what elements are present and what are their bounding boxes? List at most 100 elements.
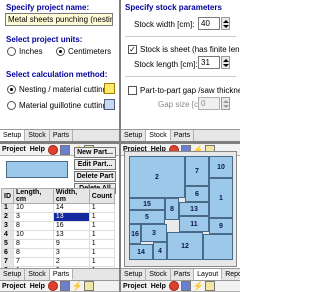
tab-parts[interactable]: Parts <box>171 130 195 141</box>
table-cell[interactable]: 10 <box>13 203 54 213</box>
table-cell[interactable]: 5 <box>1 239 14 249</box>
project-menu[interactable]: Project <box>0 283 28 290</box>
table-cell[interactable]: 7 <box>1 257 14 267</box>
table-cell[interactable]: 13 <box>52 212 90 222</box>
table-row[interactable]: 7721 <box>1 257 116 267</box>
table-cell[interactable]: 3 <box>52 248 90 258</box>
layout-part[interactable]: 8 <box>165 198 179 220</box>
stock-length-field[interactable]: 31 <box>198 56 220 69</box>
layout-part[interactable]: 2 <box>129 156 185 198</box>
table-cell[interactable]: 8 <box>13 239 54 249</box>
table-cell[interactable]: 3 <box>1 221 14 231</box>
layout-part[interactable]: 3 <box>141 224 167 242</box>
layout-part[interactable]: 15 <box>129 198 165 210</box>
layout-part[interactable]: 7 <box>185 156 209 186</box>
help-menu[interactable]: Help <box>28 283 47 290</box>
table-cell[interactable]: 10 <box>13 230 54 240</box>
tab-stock[interactable]: Stock <box>146 269 171 280</box>
tab-parts[interactable]: Parts <box>50 130 74 141</box>
table-row[interactable]: 3 8 16 1 <box>1 221 116 231</box>
save-icon[interactable] <box>59 281 70 291</box>
tab-setup[interactable]: Setup <box>0 130 26 141</box>
table-row[interactable]: 4 10 13 1 <box>1 230 116 240</box>
stock-is-sheet-checkbox[interactable] <box>128 45 137 54</box>
inches-radio[interactable] <box>7 47 16 56</box>
stop-icon[interactable] <box>47 144 58 155</box>
tab-stock[interactable]: Stock <box>146 130 171 141</box>
stock-length-spinner[interactable] <box>221 56 230 69</box>
tab-setup[interactable]: Setup <box>0 269 26 280</box>
vertical-splitter[interactable] <box>119 0 121 292</box>
gap-size-spinner[interactable] <box>221 97 230 110</box>
help-menu[interactable]: Help <box>149 283 168 290</box>
column-header-count[interactable]: Count <box>88 188 116 204</box>
table-cell[interactable]: 2 <box>1 212 14 222</box>
table-row[interactable]: 1 10 14 1 <box>1 203 116 213</box>
save-icon[interactable] <box>59 144 70 155</box>
table-cell[interactable]: 14 <box>52 203 90 213</box>
layout-part[interactable]: 12 <box>167 232 203 260</box>
table-cell[interactable]: 1 <box>88 212 116 222</box>
tab-setup[interactable]: Setup <box>121 269 147 280</box>
tab-parts[interactable]: Parts <box>49 269 74 280</box>
help-menu[interactable]: Help <box>28 146 47 153</box>
layout-part[interactable]: 10 <box>209 156 233 178</box>
notes-icon[interactable] <box>83 281 94 291</box>
layout-part[interactable] <box>203 234 233 260</box>
delete-part-button[interactable]: Delete Part <box>74 171 116 182</box>
table-cell[interactable]: 7 <box>13 257 54 267</box>
layout-part[interactable]: 11 <box>179 216 209 232</box>
table-cell[interactable]: 1 <box>88 257 116 267</box>
layout-part[interactable]: 13 <box>179 202 209 216</box>
tab-report[interactable]: Report <box>222 269 240 280</box>
table-row[interactable]: 6831 <box>1 248 116 258</box>
column-header-width[interactable]: Width, cm <box>52 188 90 204</box>
layout-part[interactable]: 16 <box>129 224 141 244</box>
centimeters-radio[interactable] <box>56 47 65 56</box>
table-cell[interactable]: 16 <box>52 221 90 231</box>
tab-layout[interactable]: Layout <box>194 269 223 280</box>
edit-part-button[interactable]: Edit Part... <box>74 159 116 170</box>
layout-part[interactable]: 9 <box>209 218 233 234</box>
tab-stock[interactable]: Stock <box>25 269 50 280</box>
column-header-id[interactable]: ID <box>1 188 14 204</box>
table-cell[interactable]: 8 <box>13 248 54 258</box>
project-menu[interactable]: Project <box>121 283 149 290</box>
table-cell[interactable]: 1 <box>88 203 116 213</box>
table-row[interactable]: 5891 <box>1 239 116 249</box>
new-part-button[interactable]: New Part... <box>74 147 116 158</box>
tab-parts[interactable]: Parts <box>171 269 195 280</box>
layout-part[interactable]: 14 <box>129 244 153 260</box>
guillotine-radio[interactable] <box>7 101 16 110</box>
layout-part[interactable]: 6 <box>185 186 209 202</box>
gap-checkbox[interactable] <box>128 86 137 95</box>
layout-part[interactable]: 1 <box>209 178 233 218</box>
nesting-radio[interactable] <box>7 85 16 94</box>
stop-icon[interactable] <box>47 281 58 291</box>
project-menu[interactable]: Project <box>0 146 28 153</box>
tab-stock[interactable]: Stock <box>25 130 50 141</box>
layout-part[interactable]: 4 <box>153 242 167 260</box>
stop-icon[interactable] <box>168 281 179 291</box>
notes-icon[interactable] <box>204 281 215 291</box>
gap-size-field[interactable]: 0 <box>198 97 220 110</box>
table-cell[interactable]: 8 <box>13 221 54 231</box>
table-cell[interactable]: 3 <box>13 212 54 222</box>
table-cell[interactable]: 1 <box>88 248 116 258</box>
save-icon[interactable] <box>180 281 191 291</box>
table-cell[interactable]: 2 <box>52 257 90 267</box>
table-cell[interactable]: 1 <box>88 230 116 240</box>
calculate-icon[interactable]: ⚡ <box>72 281 83 291</box>
horizontal-splitter[interactable] <box>0 141 240 144</box>
column-header-length[interactable]: Length, cm <box>13 188 54 204</box>
project-name-field[interactable]: Metal sheets punching (nesting metho <box>5 13 113 26</box>
table-cell[interactable]: 1 <box>1 203 14 213</box>
table-row[interactable]: 2 3 13 1 <box>1 212 116 222</box>
stock-width-spinner[interactable] <box>221 17 230 30</box>
stock-width-field[interactable]: 40 <box>198 17 220 30</box>
table-cell[interactable]: 1 <box>88 221 116 231</box>
table-cell[interactable]: 6 <box>1 248 14 258</box>
table-cell[interactable]: 9 <box>52 239 90 249</box>
tab-setup[interactable]: Setup <box>121 130 147 141</box>
table-cell[interactable]: 4 <box>1 230 14 240</box>
